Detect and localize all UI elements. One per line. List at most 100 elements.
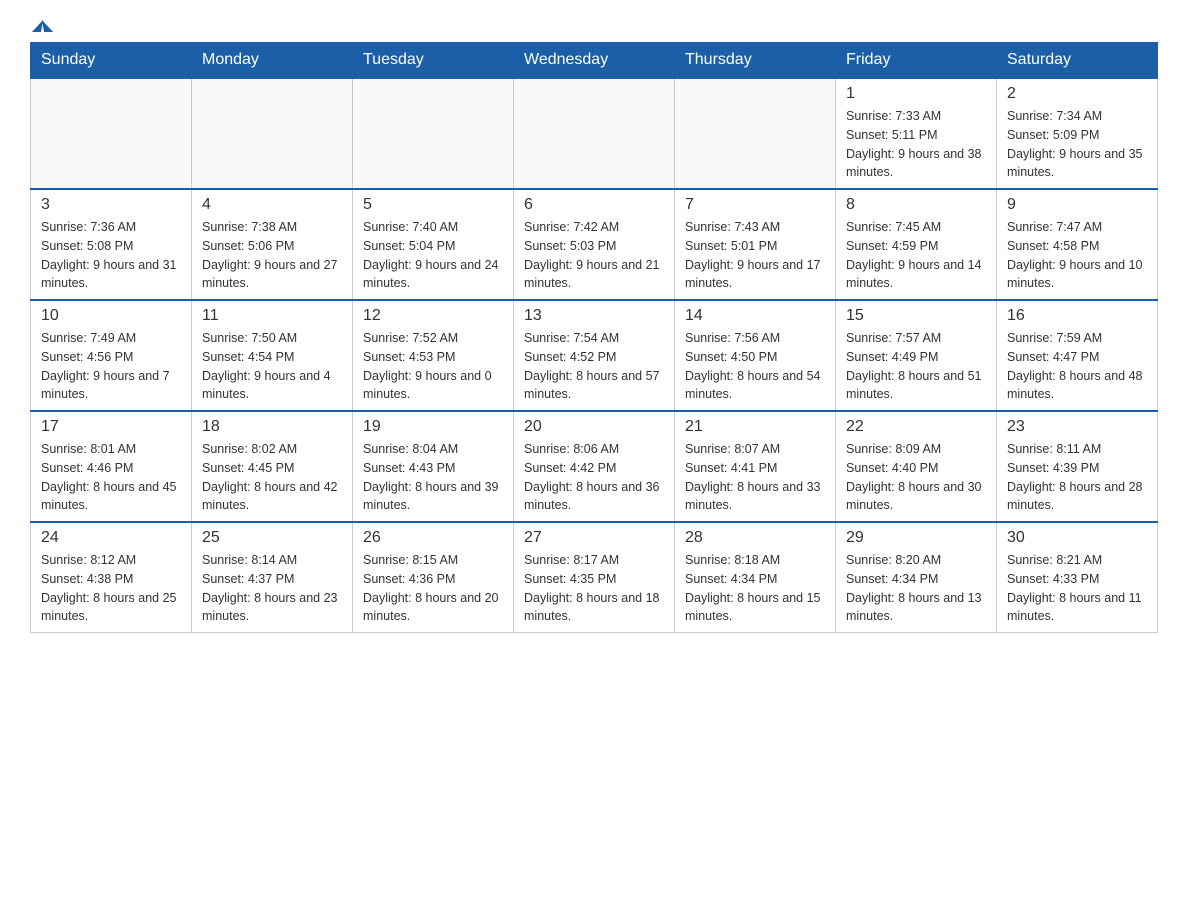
calendar-week-row: 17 Sunrise: 8:01 AMSunset: 4:46 PMDayligh… bbox=[31, 411, 1158, 522]
day-number: 14 bbox=[685, 307, 825, 325]
day-number: 15 bbox=[846, 307, 986, 325]
day-number: 2 bbox=[1007, 85, 1147, 103]
calendar-cell: 22 Sunrise: 8:09 AMSunset: 4:40 PMDayligh… bbox=[836, 411, 997, 522]
day-info: Sunrise: 7:54 AMSunset: 4:52 PMDaylight:… bbox=[524, 329, 664, 404]
day-info: Sunrise: 7:45 AMSunset: 4:59 PMDaylight:… bbox=[846, 218, 986, 293]
day-info: Sunrise: 7:47 AMSunset: 4:58 PMDaylight:… bbox=[1007, 218, 1147, 293]
day-info: Sunrise: 8:02 AMSunset: 4:45 PMDaylight:… bbox=[202, 440, 342, 515]
day-number: 3 bbox=[41, 196, 181, 214]
day-info: Sunrise: 8:12 AMSunset: 4:38 PMDaylight:… bbox=[41, 551, 181, 626]
day-number: 5 bbox=[363, 196, 503, 214]
day-number: 7 bbox=[685, 196, 825, 214]
day-info: Sunrise: 8:04 AMSunset: 4:43 PMDaylight:… bbox=[363, 440, 503, 515]
calendar-cell: 4 Sunrise: 7:38 AMSunset: 5:06 PMDaylight… bbox=[192, 189, 353, 300]
calendar-cell: 8 Sunrise: 7:45 AMSunset: 4:59 PMDaylight… bbox=[836, 189, 997, 300]
day-number: 29 bbox=[846, 529, 986, 547]
day-info: Sunrise: 8:06 AMSunset: 4:42 PMDaylight:… bbox=[524, 440, 664, 515]
header-sunday: Sunday bbox=[31, 43, 192, 79]
calendar-cell bbox=[31, 78, 192, 189]
day-info: Sunrise: 8:09 AMSunset: 4:40 PMDaylight:… bbox=[846, 440, 986, 515]
calendar-cell: 25 Sunrise: 8:14 AMSunset: 4:37 PMDayligh… bbox=[192, 522, 353, 633]
calendar-cell: 21 Sunrise: 8:07 AMSunset: 4:41 PMDayligh… bbox=[675, 411, 836, 522]
day-info: Sunrise: 7:52 AMSunset: 4:53 PMDaylight:… bbox=[363, 329, 503, 404]
day-info: Sunrise: 8:15 AMSunset: 4:36 PMDaylight:… bbox=[363, 551, 503, 626]
day-number: 11 bbox=[202, 307, 342, 325]
day-number: 1 bbox=[846, 85, 986, 103]
calendar-cell: 26 Sunrise: 8:15 AMSunset: 4:36 PMDayligh… bbox=[353, 522, 514, 633]
calendar-cell: 12 Sunrise: 7:52 AMSunset: 4:53 PMDayligh… bbox=[353, 300, 514, 411]
calendar-cell: 29 Sunrise: 8:20 AMSunset: 4:34 PMDayligh… bbox=[836, 522, 997, 633]
calendar-cell: 6Sunrise: 7:42 AMSunset: 5:03 PMDaylight… bbox=[514, 189, 675, 300]
calendar-cell bbox=[514, 78, 675, 189]
day-number: 22 bbox=[846, 418, 986, 436]
day-info: Sunrise: 7:59 AMSunset: 4:47 PMDaylight:… bbox=[1007, 329, 1147, 404]
day-info: Sunrise: 8:14 AMSunset: 4:37 PMDaylight:… bbox=[202, 551, 342, 626]
calendar-week-row: 1 Sunrise: 7:33 AMSunset: 5:11 PMDaylight… bbox=[31, 78, 1158, 189]
calendar-cell: 14 Sunrise: 7:56 AMSunset: 4:50 PMDayligh… bbox=[675, 300, 836, 411]
day-info: Sunrise: 8:11 AMSunset: 4:39 PMDaylight:… bbox=[1007, 440, 1147, 515]
calendar-cell: 17 Sunrise: 8:01 AMSunset: 4:46 PMDayligh… bbox=[31, 411, 192, 522]
calendar-cell: 24 Sunrise: 8:12 AMSunset: 4:38 PMDayligh… bbox=[31, 522, 192, 633]
day-number: 19 bbox=[363, 418, 503, 436]
calendar-cell bbox=[353, 78, 514, 189]
day-info: Sunrise: 7:50 AMSunset: 4:54 PMDaylight:… bbox=[202, 329, 342, 404]
calendar-cell: 28 Sunrise: 8:18 AMSunset: 4:34 PMDayligh… bbox=[675, 522, 836, 633]
day-info: Sunrise: 7:33 AMSunset: 5:11 PMDaylight:… bbox=[846, 107, 986, 182]
day-info: Sunrise: 7:36 AMSunset: 5:08 PMDaylight:… bbox=[41, 218, 181, 293]
day-number: 30 bbox=[1007, 529, 1147, 547]
day-number: 17 bbox=[41, 418, 181, 436]
calendar-cell bbox=[192, 78, 353, 189]
calendar-cell: 18 Sunrise: 8:02 AMSunset: 4:45 PMDayligh… bbox=[192, 411, 353, 522]
day-info: Sunrise: 7:38 AMSunset: 5:06 PMDaylight:… bbox=[202, 218, 342, 293]
day-info: Sunrise: 8:01 AMSunset: 4:46 PMDaylight:… bbox=[41, 440, 181, 515]
day-number: 4 bbox=[202, 196, 342, 214]
calendar-cell: 13 Sunrise: 7:54 AMSunset: 4:52 PMDayligh… bbox=[514, 300, 675, 411]
calendar-cell: 3 Sunrise: 7:36 AMSunset: 5:08 PMDaylight… bbox=[31, 189, 192, 300]
calendar-week-row: 3 Sunrise: 7:36 AMSunset: 5:08 PMDaylight… bbox=[31, 189, 1158, 300]
calendar-cell: 1 Sunrise: 7:33 AMSunset: 5:11 PMDaylight… bbox=[836, 78, 997, 189]
calendar-cell: 7 Sunrise: 7:43 AMSunset: 5:01 PMDaylight… bbox=[675, 189, 836, 300]
day-info: Sunrise: 7:49 AMSunset: 4:56 PMDaylight:… bbox=[41, 329, 181, 404]
header-thursday: Thursday bbox=[675, 43, 836, 79]
calendar-cell: 30 Sunrise: 8:21 AMSunset: 4:33 PMDayligh… bbox=[997, 522, 1158, 633]
day-number: 12 bbox=[363, 307, 503, 325]
calendar-cell: 16Sunrise: 7:59 AMSunset: 4:47 PMDayligh… bbox=[997, 300, 1158, 411]
day-number: 18 bbox=[202, 418, 342, 436]
page-header bbox=[30, 20, 1158, 32]
day-info: Sunrise: 7:43 AMSunset: 5:01 PMDaylight:… bbox=[685, 218, 825, 293]
calendar-cell: 9 Sunrise: 7:47 AMSunset: 4:58 PMDaylight… bbox=[997, 189, 1158, 300]
day-info: Sunrise: 8:17 AMSunset: 4:35 PMDaylight:… bbox=[524, 551, 664, 626]
calendar-cell: 20 Sunrise: 8:06 AMSunset: 4:42 PMDayligh… bbox=[514, 411, 675, 522]
day-info: Sunrise: 8:07 AMSunset: 4:41 PMDaylight:… bbox=[685, 440, 825, 515]
weekday-header-row: Sunday Monday Tuesday Wednesday Thursday… bbox=[31, 43, 1158, 79]
calendar-cell: 23 Sunrise: 8:11 AMSunset: 4:39 PMDayligh… bbox=[997, 411, 1158, 522]
day-number: 6 bbox=[524, 196, 664, 214]
calendar-cell: 11 Sunrise: 7:50 AMSunset: 4:54 PMDayligh… bbox=[192, 300, 353, 411]
header-tuesday: Tuesday bbox=[353, 43, 514, 79]
day-number: 13 bbox=[524, 307, 664, 325]
calendar-week-row: 24 Sunrise: 8:12 AMSunset: 4:38 PMDayligh… bbox=[31, 522, 1158, 633]
day-info: Sunrise: 7:56 AMSunset: 4:50 PMDaylight:… bbox=[685, 329, 825, 404]
day-number: 21 bbox=[685, 418, 825, 436]
day-number: 9 bbox=[1007, 196, 1147, 214]
day-info: Sunrise: 8:18 AMSunset: 4:34 PMDaylight:… bbox=[685, 551, 825, 626]
day-number: 28 bbox=[685, 529, 825, 547]
day-info: Sunrise: 8:20 AMSunset: 4:34 PMDaylight:… bbox=[846, 551, 986, 626]
calendar-cell: 27 Sunrise: 8:17 AMSunset: 4:35 PMDayligh… bbox=[514, 522, 675, 633]
day-number: 24 bbox=[41, 529, 181, 547]
calendar-cell bbox=[675, 78, 836, 189]
day-number: 8 bbox=[846, 196, 986, 214]
day-number: 23 bbox=[1007, 418, 1147, 436]
day-info: Sunrise: 8:21 AMSunset: 4:33 PMDaylight:… bbox=[1007, 551, 1147, 626]
calendar-cell: 10 Sunrise: 7:49 AMSunset: 4:56 PMDayligh… bbox=[31, 300, 192, 411]
day-number: 27 bbox=[524, 529, 664, 547]
day-number: 10 bbox=[41, 307, 181, 325]
day-number: 20 bbox=[524, 418, 664, 436]
calendar-cell: 5Sunrise: 7:40 AMSunset: 5:04 PMDaylight… bbox=[353, 189, 514, 300]
logo bbox=[30, 20, 54, 32]
header-saturday: Saturday bbox=[997, 43, 1158, 79]
day-number: 25 bbox=[202, 529, 342, 547]
calendar-table: Sunday Monday Tuesday Wednesday Thursday… bbox=[30, 42, 1158, 633]
day-number: 26 bbox=[363, 529, 503, 547]
calendar-week-row: 10 Sunrise: 7:49 AMSunset: 4:56 PMDayligh… bbox=[31, 300, 1158, 411]
